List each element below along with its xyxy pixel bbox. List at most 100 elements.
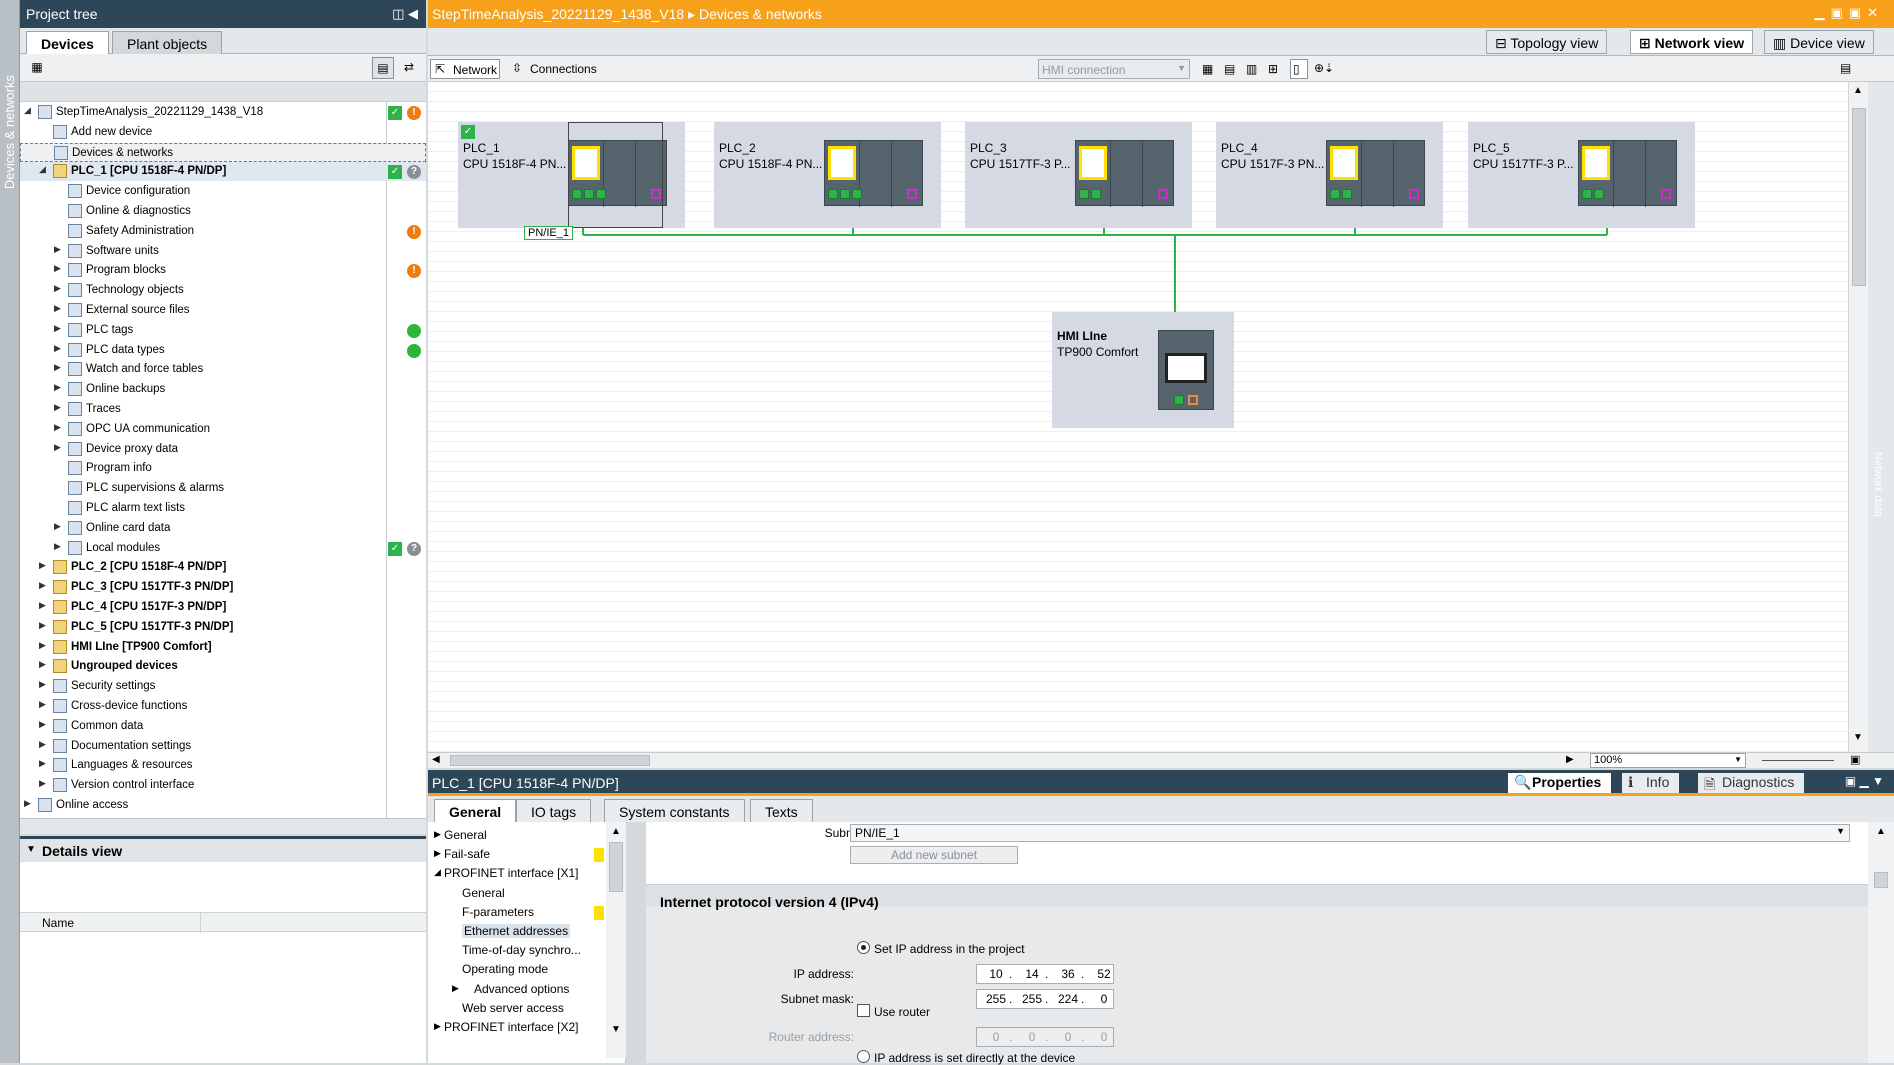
collapsed-arrow-icon[interactable]: ▶ bbox=[54, 263, 61, 274]
profibus-port-icon[interactable] bbox=[1158, 189, 1168, 199]
tree-item[interactable]: ▶ PLC tags bbox=[20, 321, 426, 340]
tree-item[interactable]: ▶ PLC_4 [CPU 1517F-3 PN/DP] bbox=[20, 598, 426, 617]
collapsed-arrow-icon[interactable]: ▶ bbox=[54, 521, 61, 532]
info-tab[interactable]: ℹ Info bbox=[1622, 773, 1680, 793]
tree-item[interactable]: ▶ Languages & resources bbox=[20, 756, 426, 775]
collapsed-arrow-icon[interactable]: ▶ bbox=[54, 283, 61, 294]
subnet-label[interactable]: PN/IE_1 bbox=[524, 226, 573, 240]
tree-item[interactable]: ▶ Traces bbox=[20, 400, 426, 419]
nav-item[interactable]: PROFINET interface [X1] bbox=[444, 866, 579, 880]
ip-direct-radio[interactable] bbox=[857, 1050, 870, 1063]
tree-item[interactable]: Devices & networks bbox=[20, 142, 426, 162]
add-new-subnet-button[interactable]: Add new subnet bbox=[850, 846, 1018, 864]
scroll-down-icon[interactable]: ▼ bbox=[1853, 732, 1863, 743]
inspector-content-scroll[interactable]: ▲ bbox=[1868, 822, 1894, 1063]
collapsed-arrow-icon[interactable]: ▶ bbox=[24, 798, 31, 809]
zoom-icon[interactable]: ⊕⇣ bbox=[1314, 59, 1344, 79]
profibus-port-icon[interactable] bbox=[1661, 189, 1671, 199]
tree-item[interactable]: ▶ Common data bbox=[20, 717, 426, 736]
collapsed-arrow-icon[interactable]: ▶ bbox=[39, 719, 46, 730]
profinet-port-icon[interactable] bbox=[1594, 189, 1604, 199]
collapsed-arrow-icon[interactable]: ▶ bbox=[39, 699, 46, 710]
overview-icon[interactable]: ▣ bbox=[1850, 753, 1860, 766]
topology-view-button[interactable]: ⊟ Topology view bbox=[1486, 30, 1608, 54]
collapsed-arrow-icon[interactable]: ▶ bbox=[39, 659, 46, 670]
tree-item[interactable]: ▶ PLC data types bbox=[20, 341, 426, 360]
device-plc-2[interactable]: PLC_2 CPU 1518F-4 PN... bbox=[714, 122, 941, 228]
collapsed-arrow-icon[interactable]: ▶ bbox=[54, 402, 61, 413]
tree-item[interactable]: ◢ PLC_1 [CPU 1518F-4 PN/DP] ✓? bbox=[20, 162, 426, 182]
network-data-side-tab[interactable]: Network data bbox=[1868, 82, 1894, 752]
hscroll-thumb[interactable] bbox=[450, 755, 650, 766]
tree-item[interactable]: Program info bbox=[20, 459, 426, 478]
zoom-select[interactable]: 100% ▼ bbox=[1590, 753, 1746, 768]
collapsed-arrow-icon[interactable]: ▶ bbox=[54, 422, 61, 433]
router-address-field[interactable]: 0. 0. 0. 0 bbox=[976, 1027, 1114, 1047]
expanded-arrow-icon[interactable]: ◢ bbox=[24, 105, 31, 116]
tree-item[interactable]: ▶ External source files bbox=[20, 301, 426, 320]
project-icon[interactable]: ▦ bbox=[26, 57, 48, 79]
tab-general[interactable]: General bbox=[434, 799, 517, 822]
canvas-hscroll[interactable]: ◀ ▶ 100% ▼ ▣ bbox=[428, 752, 1894, 768]
nav-item[interactable]: General bbox=[462, 886, 505, 900]
profinet-port-icon[interactable] bbox=[828, 189, 838, 199]
nav-item[interactable]: Time-of-day synchro... bbox=[462, 943, 581, 957]
layout-icon[interactable]: ▯ bbox=[1290, 59, 1308, 79]
nav-item[interactable]: F-parameters bbox=[462, 905, 534, 919]
collapse-panel-icon[interactable]: ◫ ◀ bbox=[392, 6, 418, 22]
grid-icon[interactable]: ⊞ bbox=[1268, 59, 1286, 79]
set-ip-radio[interactable] bbox=[857, 941, 870, 954]
collapsed-arrow-icon[interactable]: ▶ bbox=[54, 323, 61, 334]
subnet-select[interactable]: PN/IE_1 ▼ bbox=[850, 824, 1850, 842]
tree-item[interactable]: ▶ Cross-device functions bbox=[20, 697, 426, 716]
nav-item[interactable]: Ethernet addresses bbox=[462, 924, 571, 938]
collapsed-arrow-icon[interactable]: ▶ bbox=[434, 1021, 441, 1032]
device-view-button[interactable]: ▥ Device view bbox=[1764, 30, 1874, 54]
device-plc-3[interactable]: PLC_3 CPU 1517TF-3 P... bbox=[965, 122, 1192, 228]
device-plc-5[interactable]: PLC_5 CPU 1517TF-3 P... bbox=[1468, 122, 1695, 228]
collapsed-arrow-icon[interactable]: ▶ bbox=[39, 580, 46, 591]
profinet-port-icon[interactable] bbox=[1330, 189, 1340, 199]
tree-item[interactable]: PLC supervisions & alarms bbox=[20, 479, 426, 498]
tree-item[interactable]: ▶ Watch and force tables bbox=[20, 360, 426, 379]
collapsed-arrow-icon[interactable]: ▶ bbox=[434, 829, 441, 840]
collapsed-arrow-icon[interactable]: ▶ bbox=[54, 343, 61, 354]
window-controls-icon[interactable]: ▁▣▣✕ bbox=[1815, 5, 1884, 21]
scroll-right-icon[interactable]: ▶ bbox=[1566, 754, 1574, 765]
network-view-button[interactable]: ⊞ Network view bbox=[1630, 30, 1754, 54]
collapsed-arrow-icon[interactable]: ▶ bbox=[54, 362, 61, 373]
tree-item[interactable]: ▶ Local modules ✓? bbox=[20, 539, 426, 558]
properties-tab[interactable]: 🔍 Properties bbox=[1508, 773, 1612, 793]
collapsed-arrow-icon[interactable]: ▶ bbox=[39, 758, 46, 769]
tree-item[interactable]: ▶ HMI LIne [TP900 Comfort] bbox=[20, 638, 426, 657]
sync-icon[interactable]: ⇄ bbox=[398, 57, 420, 79]
subnet-mask-field[interactable]: 255. 255. 224. 0 bbox=[976, 989, 1114, 1009]
tree-item[interactable]: ▶ Version control interface bbox=[20, 776, 426, 795]
collapsed-arrow-icon[interactable]: ▶ bbox=[54, 303, 61, 314]
scroll-up-icon[interactable]: ▲ bbox=[611, 826, 621, 837]
profinet-port-icon[interactable] bbox=[1342, 189, 1352, 199]
tab-texts[interactable]: Texts bbox=[750, 799, 813, 822]
connections-button[interactable]: ⇳ Connections bbox=[508, 59, 601, 79]
nav-item[interactable]: Web server access bbox=[462, 1001, 564, 1015]
tree-item[interactable]: ▶ Program blocks! bbox=[20, 261, 426, 280]
profibus-port-icon[interactable] bbox=[907, 189, 917, 199]
zoom-slider[interactable] bbox=[1762, 760, 1834, 761]
tree-item[interactable]: ◢ StepTimeAnalysis_20221129_1438_V18 ✓! bbox=[20, 103, 426, 122]
ip-address-field[interactable]: 10. 14. 36. 52 bbox=[976, 964, 1114, 984]
inspector-nav-scroll[interactable]: ▲ ▼ bbox=[606, 822, 626, 1058]
collapsed-arrow-icon[interactable]: ▶ bbox=[39, 778, 46, 789]
expanded-arrow-icon[interactable]: ◢ bbox=[434, 867, 441, 878]
collapsed-arrow-icon[interactable]: ▶ bbox=[54, 442, 61, 453]
profinet-port-icon[interactable] bbox=[1582, 189, 1592, 199]
tree-item[interactable]: ▶ PLC_3 [CPU 1517TF-3 PN/DP] bbox=[20, 578, 426, 597]
profinet-port-icon[interactable] bbox=[1174, 395, 1184, 405]
nav-item[interactable]: Advanced options bbox=[474, 982, 569, 996]
tree-item[interactable]: PLC alarm text lists bbox=[20, 499, 426, 518]
panel-controls-icon[interactable]: ▣ ▁ ▼ bbox=[1845, 774, 1884, 788]
nav-item[interactable]: Fail-safe bbox=[444, 847, 490, 861]
tree-item[interactable]: ▶ Online access bbox=[20, 796, 426, 815]
collapsed-arrow-icon[interactable]: ▶ bbox=[39, 640, 46, 651]
profibus-port-icon[interactable] bbox=[1188, 395, 1198, 405]
canvas-vscroll[interactable]: ▲ ▼ bbox=[1848, 82, 1868, 752]
